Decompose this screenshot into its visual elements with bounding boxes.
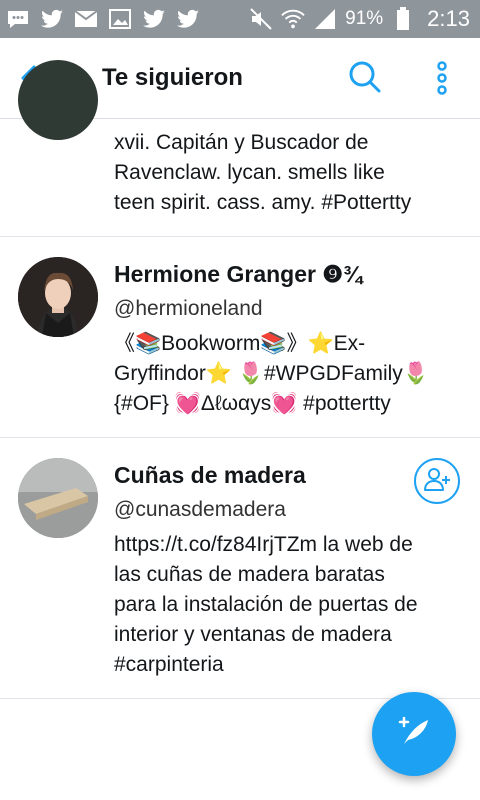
battery-icon	[391, 7, 415, 31]
page-title: Te siguieron	[102, 64, 243, 91]
clock: 2:13	[427, 6, 470, 31]
twitter-icon	[40, 7, 64, 31]
avatar[interactable]	[18, 458, 98, 538]
status-bar: 91% 2:13	[0, 0, 480, 38]
user-bio: xvii. Capitán y Buscador de Ravenclaw. l…	[114, 131, 412, 214]
avatar[interactable]	[18, 60, 98, 140]
user-name[interactable]: Cuñas de madera	[114, 462, 306, 489]
compose-tweet-button[interactable]	[372, 692, 456, 776]
list-item[interactable]: Cuñas de madera @cunasdemadera https://t…	[0, 438, 480, 699]
mute-icon	[249, 7, 273, 31]
mail-icon	[74, 7, 98, 31]
twitter-icon	[176, 7, 200, 31]
list-item[interactable]: xvii. Capitán y Buscador de Ravenclaw. l…	[0, 60, 480, 237]
search-icon[interactable]	[348, 60, 382, 94]
signal-icon	[313, 7, 337, 31]
image-icon	[108, 7, 132, 31]
avatar[interactable]	[18, 257, 98, 337]
wifi-icon	[281, 7, 305, 31]
chat-icon	[6, 7, 30, 31]
list-item[interactable]: Hermione Granger ❾¾ @hermioneland 《📚Book…	[0, 237, 480, 438]
compose-tweet-icon	[396, 714, 432, 755]
add-user-icon	[423, 466, 451, 497]
user-bio: 《📚Bookworm📚》⭐Ex- Gryffindor⭐ 🌷#WPGDFamil…	[114, 332, 429, 415]
user-handle: @cunasdemadera	[114, 498, 286, 521]
more-vertical-icon[interactable]	[432, 60, 452, 100]
follow-button[interactable]	[414, 458, 460, 504]
user-name[interactable]: Hermione Granger ❾¾	[114, 261, 362, 288]
battery-percent: 91%	[345, 8, 384, 29]
twitter-icon	[142, 7, 166, 31]
user-handle: @hermioneland	[114, 297, 263, 320]
followers-list: xvii. Capitán y Buscador de Ravenclaw. l…	[0, 60, 480, 699]
user-bio: https://t.co/fz84IrjTZm la web de las cu…	[114, 533, 418, 676]
